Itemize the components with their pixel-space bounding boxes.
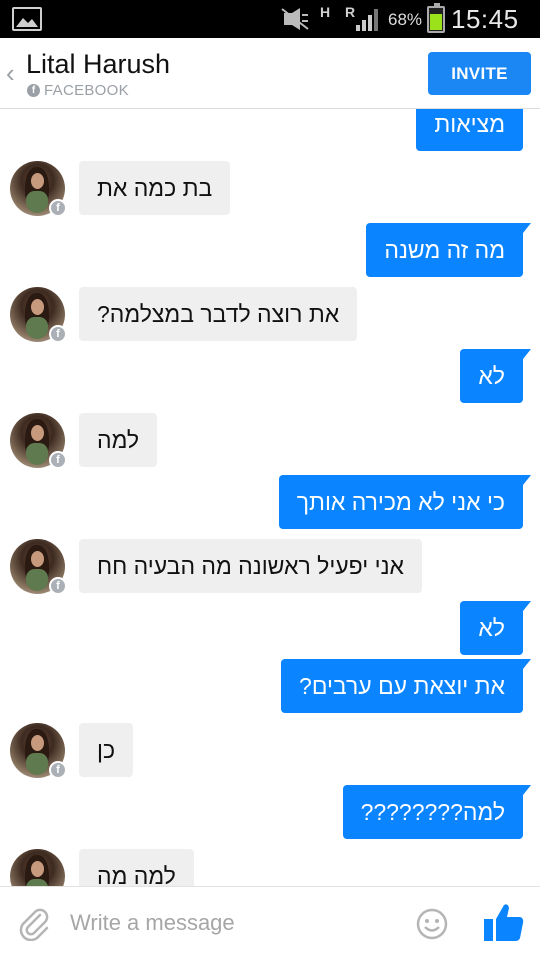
message-list[interactable]: מציאות f בת כמה את מה זה משנה f את רוצה לדבר … — [0, 109, 540, 886]
received-message-bubble[interactable]: למה מה — [79, 849, 194, 886]
clock: 15:45 — [451, 4, 519, 34]
mute-icon — [281, 8, 309, 30]
facebook-icon: f — [27, 84, 40, 97]
attach-icon[interactable] — [18, 907, 52, 941]
facebook-badge-icon: f — [49, 577, 67, 595]
conversation-header: ‹ Lital Harush f FACEBOOK INVITE — [0, 38, 540, 109]
status-bar: H R 68% 15:45 — [0, 0, 540, 38]
sent-message-bubble[interactable]: למה???????? — [342, 785, 532, 839]
contact-avatar[interactable]: f — [10, 287, 67, 343]
received-message-bubble[interactable]: בת כמה את — [79, 161, 231, 215]
facebook-badge-icon: f — [49, 451, 67, 469]
facebook-badge-icon: f — [49, 199, 67, 217]
contact-avatar[interactable]: f — [10, 539, 67, 595]
emoji-icon[interactable] — [415, 907, 449, 941]
battery-percentage: 68% — [388, 10, 423, 29]
roaming-label: R — [345, 4, 356, 20]
signal-icon — [356, 9, 378, 31]
battery-icon — [427, 3, 445, 33]
received-message-bubble[interactable]: את רוצה לדבר במצלמה? — [79, 287, 358, 341]
sent-message-bubble[interactable]: מה זה משנה — [366, 223, 531, 277]
back-chevron-icon[interactable]: ‹ — [6, 60, 15, 86]
contact-avatar[interactable]: f — [10, 723, 67, 779]
like-icon[interactable] — [482, 901, 526, 945]
contact-avatar[interactable]: f — [10, 161, 67, 217]
facebook-badge-icon: f — [49, 761, 67, 779]
received-message-bubble[interactable]: כן — [79, 723, 134, 777]
contact-source: f FACEBOOK — [27, 82, 129, 99]
received-message-bubble[interactable]: למה — [79, 413, 158, 467]
sent-message-bubble[interactable]: מציאות — [416, 109, 523, 151]
sent-message-bubble[interactable]: את יוצאת עם ערבים? — [281, 659, 531, 713]
sent-message-bubble[interactable]: כי אני לא מכירה אותך — [278, 475, 532, 529]
received-message-bubble[interactable]: אני יפעיל ראשונה מה הבעיה חח — [79, 539, 422, 593]
network-type-label: H — [320, 4, 331, 20]
contact-name: Lital Harush — [26, 49, 171, 79]
invite-button[interactable]: INVITE — [428, 52, 531, 95]
message-input[interactable] — [70, 903, 390, 943]
gallery-icon — [12, 7, 42, 31]
sent-message-bubble[interactable]: לא — [460, 601, 531, 655]
contact-source-label: FACEBOOK — [44, 82, 129, 99]
sent-message-bubble[interactable]: לא — [460, 349, 531, 403]
contact-avatar[interactable]: f — [10, 413, 67, 469]
contact-avatar[interactable]: f — [10, 849, 65, 886]
facebook-badge-icon: f — [49, 325, 67, 343]
composer — [0, 886, 540, 960]
